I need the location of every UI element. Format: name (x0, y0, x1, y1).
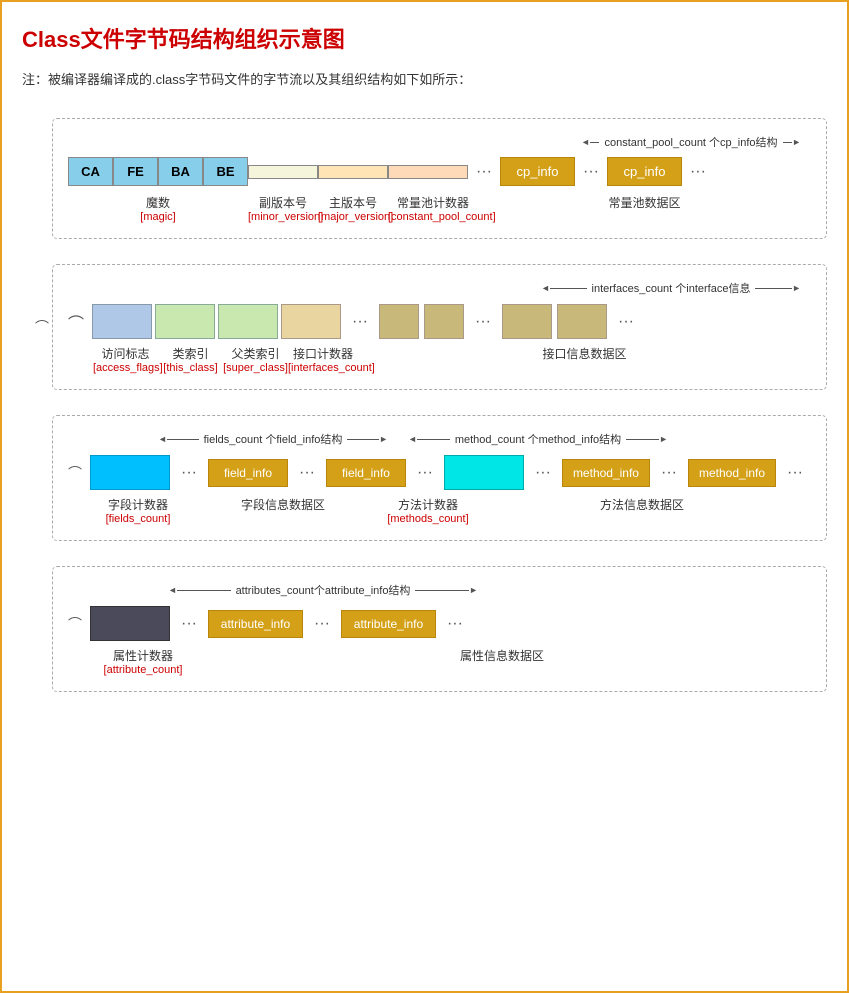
section3: ◄ fields_count 个field_info结构 ► ◄ method_… (52, 415, 827, 541)
label-mcount-key: [methods_count] (383, 513, 473, 525)
gt-arrow2: ⌒ (68, 310, 84, 334)
section2-connector: ⌒ (35, 319, 49, 335)
arrow-right-attrs: ► (469, 585, 478, 595)
dots13: ··· (173, 615, 205, 633)
label-const-count-key: [constant_pool_count] (388, 211, 478, 223)
section2: ⌒ ◄ interfaces_count 个interface信息 ► ⌒ (52, 264, 827, 390)
gt-arrow4: ⌒ (68, 614, 82, 634)
label-class-key: [this_class] (158, 362, 223, 374)
arrow-right-icon: ► (792, 137, 801, 147)
page-container: Class文件字节码结构组织示意图 注：被编译器编译成的.class字节码文件的… (0, 0, 849, 993)
dots1: ··· (468, 163, 500, 181)
label-super-name: 父类索引 (223, 345, 288, 362)
label-minor-key: [minor_version] (248, 211, 318, 223)
arrow-left-icon2: ◄ (541, 283, 550, 293)
dots3: ··· (682, 163, 714, 181)
label-major-key: [major_version] (318, 211, 388, 223)
label-field-data-name: 字段信息数据区 (183, 496, 383, 513)
gt-arrow3: ⌒ (68, 463, 82, 483)
label-fcount-key: [fields_count] (93, 513, 183, 525)
arrow-right-methods: ► (659, 434, 668, 444)
label-major-name: 主版本号 (318, 194, 388, 211)
arrow-left-fields: ◄ (158, 434, 167, 444)
access-block (92, 304, 152, 339)
field-info-box2: field_info (326, 459, 406, 487)
label-acount-name: 属性计数器 (93, 647, 193, 664)
dots12: ··· (779, 464, 811, 482)
attr-info-box1: attribute_info (208, 610, 303, 638)
label-mcount-name: 方法计数器 (383, 496, 473, 513)
fcount-block (90, 455, 170, 490)
dots4: ··· (344, 313, 376, 331)
label-fcount-name: 字段计数器 (93, 496, 183, 513)
label-access-key: [access_flags] (93, 362, 158, 374)
label-super-key: [super_class] (223, 362, 288, 374)
dots7: ··· (173, 464, 205, 482)
label-const-count-name: 常量池计数器 (388, 194, 478, 211)
attrs-span-label: attributes_count个attribute_info结构 (231, 582, 416, 598)
label-attr-data-name: 属性信息数据区 (193, 647, 811, 664)
page-note: 注：被编译器编译成的.class字节码文件的字节流以及其组织结构如下如所示： (22, 69, 827, 88)
iface-box2 (424, 304, 464, 339)
iface-box4 (557, 304, 607, 339)
byte-be: BE (203, 157, 248, 186)
byte-minor-version (248, 165, 318, 179)
arrow-left-icon: ◄ (581, 137, 590, 147)
arrow-right-fields: ► (379, 434, 388, 444)
label-access-name: 访问标志 (93, 345, 158, 362)
dots10: ··· (527, 464, 559, 482)
dots2: ··· (575, 163, 607, 181)
methods-span-label: method_count 个method_info结构 (450, 431, 626, 447)
label-acount-key: [attribute_count] (93, 664, 193, 676)
cp-info-box-1: cp_info (500, 157, 575, 186)
cp-info-box-2: cp_info (607, 157, 682, 186)
fields-span-label: fields_count 个field_info结构 (199, 431, 348, 447)
arrow-right-icon2: ► (792, 283, 801, 293)
acount-block (90, 606, 170, 641)
method-info-box2: method_info (688, 459, 776, 487)
iface-box1 (379, 304, 419, 339)
dots5: ··· (467, 313, 499, 331)
section2-diagram: ⌒ ··· ··· ··· (68, 304, 811, 339)
arrow-left-methods: ◄ (408, 434, 417, 444)
attr-info-box2: attribute_info (341, 610, 436, 638)
dots8: ··· (291, 464, 323, 482)
dots9: ··· (409, 464, 441, 482)
field-info-box1: field_info (208, 459, 288, 487)
section4: ◄ attributes_count个attribute_info结构 ► ⌒ … (52, 566, 827, 692)
byte-major-version (318, 165, 388, 179)
dots15: ··· (439, 615, 471, 633)
section4-diagram: ⌒ ··· attribute_info ··· attribute_info … (68, 606, 811, 641)
label-const-data-name: 常量池数据区 (478, 194, 811, 211)
mcount-block (444, 455, 524, 490)
byte-const-count (388, 165, 468, 179)
byte-ba: BA (158, 157, 203, 186)
method-info-box1: method_info (562, 459, 650, 487)
label-magic-key: [magic] (68, 211, 248, 223)
icount-block (281, 304, 341, 339)
byte-fe: FE (113, 157, 158, 186)
dots14: ··· (306, 615, 338, 633)
interfaces-span-label: interfaces_count 个interface信息 (587, 280, 756, 296)
label-icount-name: 接口计数器 (288, 345, 358, 362)
super-block (218, 304, 278, 339)
label-minor-name: 副版本号 (248, 194, 318, 211)
page-title: Class文件字节码结构组织示意图 (22, 22, 827, 54)
label-icount-key: [interfaces_count] (288, 362, 358, 374)
label-magic-name: 魔数 (68, 194, 248, 211)
section1: ◄ constant_pool_count 个cp_info结构 ► CA FE… (52, 118, 827, 239)
constant-pool-span-label: constant_pool_count 个cp_info结构 (599, 134, 782, 150)
section3-diagram: ⌒ ··· field_info ··· field_info ··· ··· … (68, 455, 811, 490)
label-class-name: 类索引 (158, 345, 223, 362)
class-block (155, 304, 215, 339)
label-method-data-name: 方法信息数据区 (473, 496, 811, 513)
byte-ca: CA (68, 157, 113, 186)
arrow-left-attrs: ◄ (168, 585, 177, 595)
label-iface-data-name: 接口信息数据区 (358, 345, 811, 362)
iface-box3 (502, 304, 552, 339)
bytes-row: CA FE BA BE ··· cp_info ··· cp_info ··· (68, 157, 811, 186)
dots6: ··· (610, 313, 642, 331)
dots11: ··· (653, 464, 685, 482)
